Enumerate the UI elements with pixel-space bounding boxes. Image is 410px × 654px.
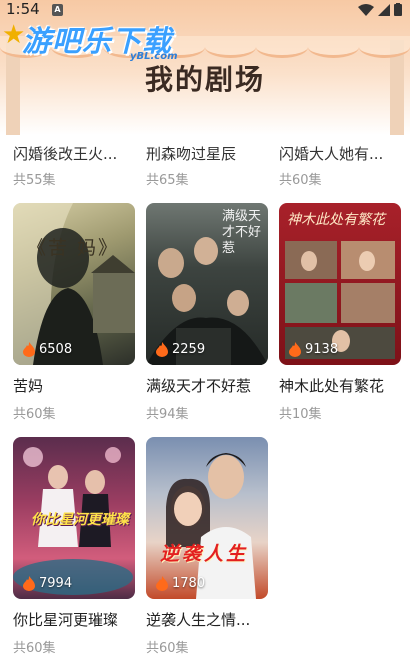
drama-poster[interactable]: 《苦 妈》 6508 — [13, 203, 135, 365]
partial-drama-episodes: 共60集 — [279, 173, 322, 188]
drama-episodes: 共94集 — [146, 407, 189, 422]
poster-title-text: 满级天才不好惹 — [222, 209, 262, 256]
drama-poster[interactable]: 你比星河更璀璨 7994 — [13, 437, 135, 599]
poster-title-text: 《苦 妈》 — [27, 237, 120, 259]
poster-illustration — [166, 453, 256, 599]
view-count-value: 2259 — [172, 342, 206, 357]
drama-poster[interactable]: 逆袭人生 1780 — [146, 437, 268, 599]
drama-title[interactable]: 满级天才不好惹 — [146, 375, 276, 396]
view-count-value: 1780 — [172, 576, 206, 591]
view-count: 2259 — [156, 342, 205, 357]
view-count-value: 9138 — [305, 342, 339, 357]
partial-drama-title[interactable]: 闪婚後改王火... — [13, 143, 117, 164]
poster-title-text: 逆袭人生 — [160, 543, 249, 565]
drama-poster[interactable]: 神木此处有繁花 9138 — [279, 203, 401, 365]
partial-drama-episodes: 共55集 — [13, 173, 56, 188]
battery-icon — [394, 3, 402, 16]
flame-icon — [289, 342, 301, 357]
poster-title-text: 神木此处有繁花 — [287, 212, 385, 228]
flame-icon — [23, 342, 35, 357]
flame-icon — [156, 342, 168, 357]
partial-drama-title[interactable]: 刑森吻过星辰 — [146, 143, 236, 164]
wifi-icon — [358, 3, 374, 16]
drama-episodes: 共60集 — [13, 641, 56, 654]
view-count-value: 7994 — [39, 576, 73, 591]
drama-title[interactable]: 你比星河更璀璨 — [13, 609, 143, 630]
view-count: 6508 — [23, 342, 72, 357]
my-theater-screen: 闪婚後改王火... 共55集 刑森吻过星辰 共65集 闪婚大人她有... 共60… — [0, 0, 410, 654]
signal-icon — [378, 3, 390, 16]
status-time: 1:54 — [6, 0, 40, 18]
notification-icon: A — [52, 4, 63, 16]
view-count: 1780 — [156, 576, 205, 591]
poster-art — [146, 437, 268, 599]
drama-title[interactable]: 苦妈 — [13, 375, 143, 396]
poster-illustration — [13, 203, 135, 365]
page-title: 我的剧场 — [144, 63, 265, 96]
drama-episodes: 共60集 — [13, 407, 56, 422]
flame-icon — [156, 576, 168, 591]
header-banner: 1:54 A ★ 游吧乐下载 yBL.com 我的剧场 — [0, 0, 410, 135]
view-count: 9138 — [289, 342, 338, 357]
drama-title[interactable]: 逆袭人生之情... — [146, 609, 276, 630]
drama-episodes: 共10集 — [279, 407, 322, 422]
partial-drama-episodes: 共65集 — [146, 173, 189, 188]
drama-title[interactable]: 神木此处有繁花 — [279, 375, 409, 396]
drama-episodes: 共60集 — [146, 641, 189, 654]
drama-poster[interactable]: 满级天才不好惹 2259 — [146, 203, 268, 365]
view-count-value: 6508 — [39, 342, 73, 357]
view-count: 7994 — [23, 576, 72, 591]
poster-title-text: 你比星河更璀璨 — [31, 512, 129, 528]
poster-art — [13, 203, 135, 365]
partial-drama-title[interactable]: 闪婚大人她有... — [279, 143, 383, 164]
flame-icon — [23, 576, 35, 591]
